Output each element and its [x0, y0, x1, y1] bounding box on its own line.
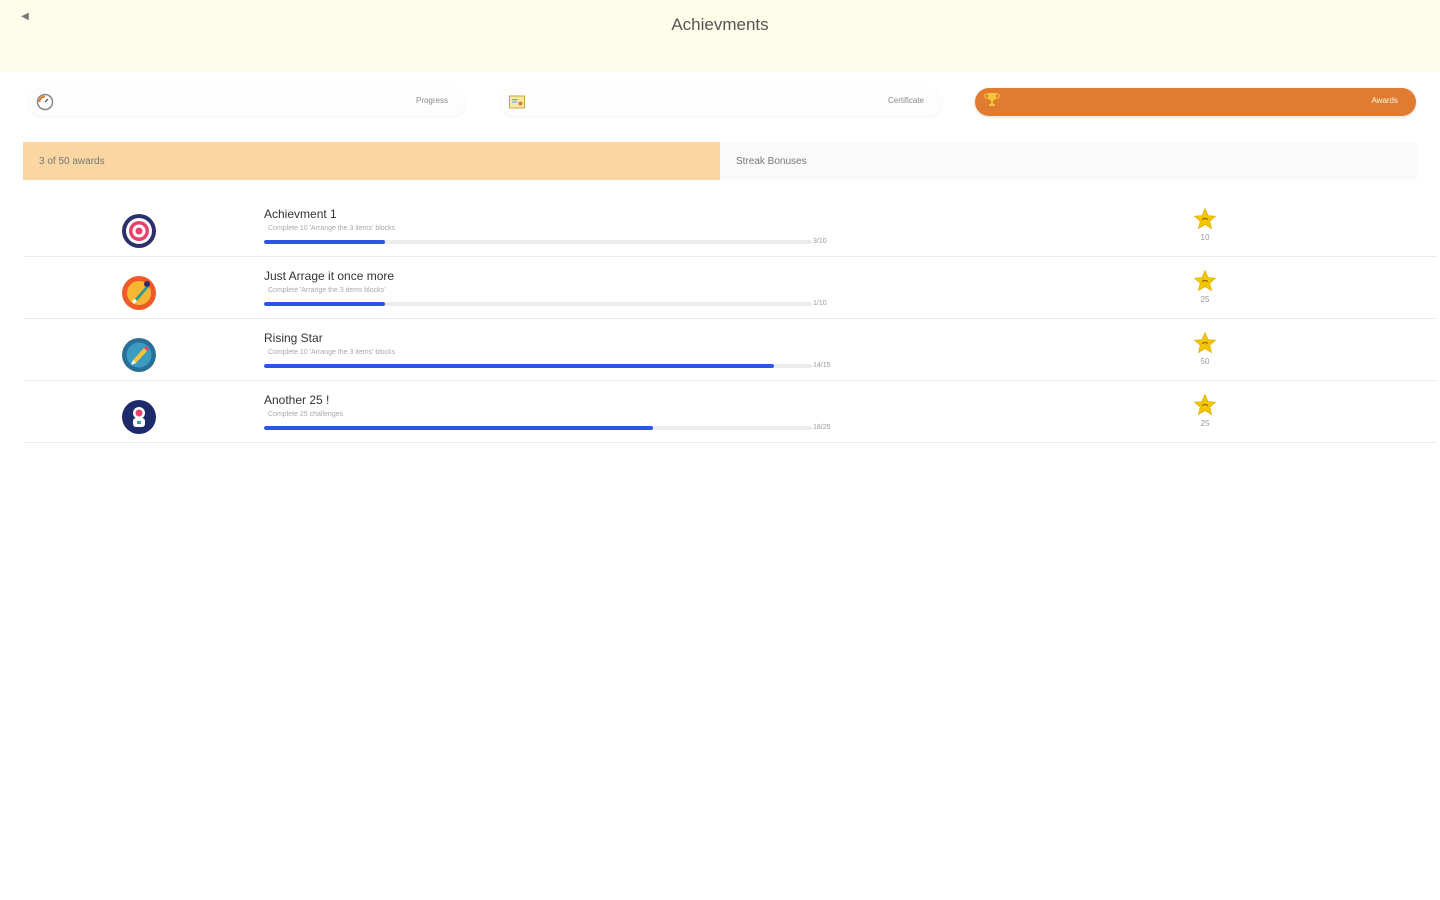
header-bar: ◀ Achievments	[0, 0, 1440, 72]
achievement-description: Complete 25 challenges	[268, 411, 344, 418]
achievement-points: 25	[1200, 295, 1210, 304]
progress-bar	[264, 426, 812, 430]
progress-bar	[264, 364, 812, 368]
progress-count: 1/10	[813, 300, 827, 307]
achievement-name: Achievment 1	[264, 207, 337, 221]
achievement-name: Rising Star	[264, 331, 323, 345]
achievement-row: Rising Star Complete 10 'Arrange the 3 i…	[23, 319, 1437, 381]
subtab-streak-bonuses-label: Streak Bonuses	[736, 156, 807, 167]
progress-count: 14/15	[813, 362, 831, 369]
achievement-name: Another 25 !	[264, 393, 330, 407]
achievement-list: Achievment 1 Complete 10 'Arrange the 3 …	[23, 195, 1437, 443]
star-icon	[1193, 207, 1217, 230]
star-icon	[1193, 269, 1217, 292]
progress-bar-fill	[264, 240, 385, 244]
achievement-points: 50	[1200, 357, 1210, 366]
progress-bar-fill	[264, 364, 774, 368]
trophy-icon	[984, 93, 1000, 106]
tab-progress-label: Progress	[415, 96, 448, 105]
subtab-awards-count-label: 3 of 50 awards	[39, 156, 105, 167]
target-badge-icon	[122, 214, 156, 248]
subtab-streak-bonuses[interactable]: Streak Bonuses	[720, 142, 1417, 180]
progress-bar	[264, 240, 812, 244]
achievement-description: Complete 'Arrange the 3 items blocks'	[268, 287, 386, 294]
achievement-row: Achievment 1 Complete 10 'Arrange the 3 …	[23, 195, 1437, 257]
tab-awards-label: Awards	[1371, 96, 1398, 105]
star-icon	[1193, 393, 1217, 416]
certificate-icon	[509, 95, 525, 109]
gauge-icon	[36, 93, 54, 111]
achievement-points: 25	[1200, 419, 1210, 428]
achievement-row: Another 25 ! Complete 25 challenges 18/2…	[23, 381, 1437, 443]
tab-awards[interactable]: Awards	[975, 88, 1416, 116]
progress-count: 3/10	[813, 238, 827, 245]
achievement-points: 10	[1200, 233, 1210, 242]
star-icon	[1193, 331, 1217, 354]
achievement-description: Complete 10 'Arrange the 3 items' blocks	[268, 225, 396, 232]
tab-certificate-label: Certificate	[887, 96, 924, 105]
progress-bar-fill	[264, 302, 385, 306]
achievement-description: Complete 10 'Arrange the 3 items' blocks	[268, 349, 396, 356]
astronaut-badge-icon	[122, 400, 156, 434]
pencil-badge-icon	[122, 338, 156, 372]
progress-bar-fill	[264, 426, 654, 430]
progress-bar	[264, 302, 812, 306]
progress-count: 18/25	[813, 424, 831, 431]
tab-progress[interactable]: Progress	[28, 88, 466, 116]
achievement-name: Just Arrage it once more	[264, 269, 395, 283]
rocket-badge-icon	[122, 276, 156, 310]
page-title: Achievments	[671, 15, 769, 34]
achievement-row: Just Arrage it once more Complete 'Arran…	[23, 257, 1437, 319]
tab-certificate[interactable]: Certificate	[500, 88, 942, 116]
subtab-awards-count[interactable]: 3 of 50 awards	[23, 142, 720, 180]
